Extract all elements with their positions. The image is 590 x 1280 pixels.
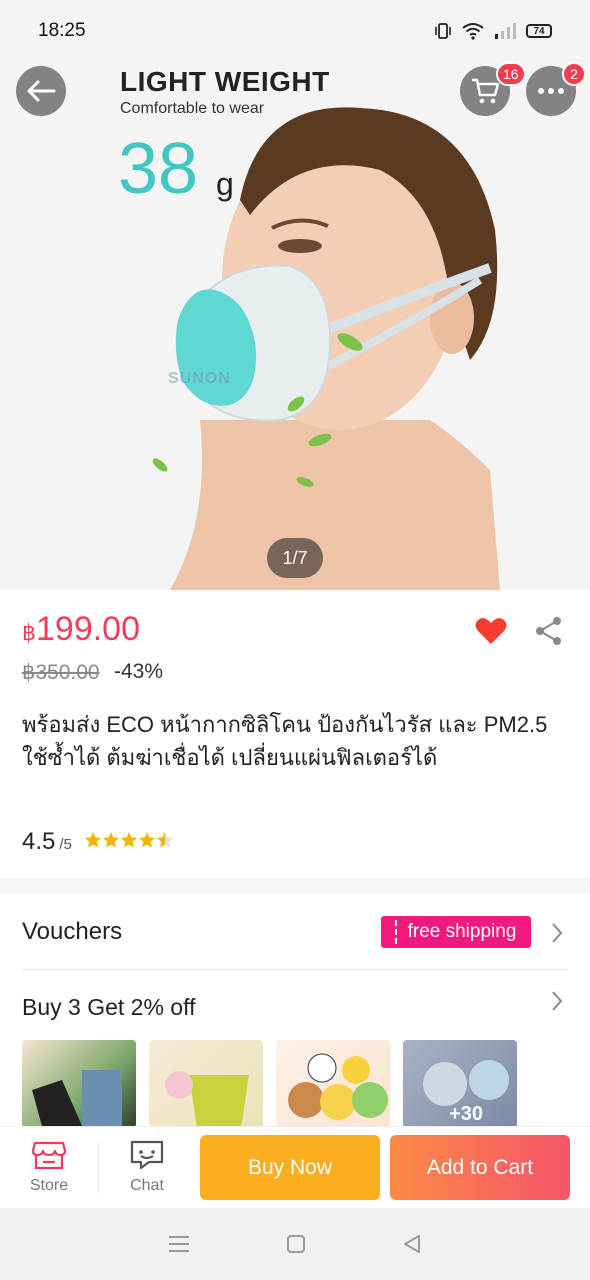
- chat-label: Chat: [130, 1177, 164, 1194]
- add-to-cart-button[interactable]: Add to Cart: [390, 1135, 570, 1200]
- promo-label[interactable]: Buy 3 Get 2% off: [22, 994, 195, 1021]
- product-info: ฿199.00 ฿350.00 -43% พร้อมส่ง ECO หน้ากา…: [0, 590, 590, 880]
- promo-thumbnail[interactable]: +30: [403, 1040, 517, 1128]
- product-title: พร้อมส่ง ECO หน้ากากซิลิโคน ป้องกันไวรัส…: [22, 712, 548, 770]
- image-pager: 1/7: [267, 538, 323, 578]
- free-shipping-tag: free shipping: [381, 916, 531, 948]
- chevron-right-icon: [552, 923, 563, 943]
- hero-weight-unit: g: [216, 166, 234, 202]
- hero-weight-value: 38: [118, 129, 199, 209]
- bag-icon: [165, 1071, 249, 1128]
- original-price: ฿350.00: [22, 661, 100, 684]
- menu-icon[interactable]: [167, 1234, 191, 1254]
- share-icon[interactable]: [534, 616, 564, 646]
- more-count: +30: [449, 1103, 483, 1125]
- divider: [22, 969, 568, 970]
- status-time: 18:25: [38, 20, 86, 41]
- buy-now-button[interactable]: Buy Now: [200, 1135, 380, 1200]
- arrow-left-icon: [27, 80, 56, 102]
- chat-button[interactable]: Chat: [112, 1139, 182, 1195]
- rating: 4.5 /5: [22, 828, 174, 856]
- discount-percent: -43%: [114, 660, 164, 683]
- cart-badge: 16: [496, 62, 526, 86]
- section-gap: [0, 878, 590, 894]
- wifi-icon: [462, 23, 484, 40]
- divider: [98, 1141, 99, 1193]
- plush-toys-icon: [288, 1053, 388, 1120]
- heart-icon[interactable]: [474, 616, 508, 646]
- rating-scale: /5: [59, 836, 72, 853]
- promo-thumbnails: +30: [22, 1040, 517, 1128]
- status-icons: 74: [434, 22, 552, 40]
- battery-icon: 74: [526, 24, 552, 38]
- back-triangle-icon[interactable]: [401, 1233, 423, 1255]
- store-label: Store: [29, 1177, 69, 1194]
- system-nav-bar: [0, 1208, 590, 1280]
- price: ฿199.00: [22, 610, 140, 649]
- bag-icon: [32, 1070, 122, 1126]
- promo-thumbnail[interactable]: [276, 1040, 390, 1128]
- home-icon[interactable]: [285, 1233, 307, 1255]
- vouchers-label: Vouchers: [22, 918, 123, 945]
- more-badge: 2: [562, 62, 586, 86]
- chevron-right-icon[interactable]: [550, 990, 564, 1012]
- back-button[interactable]: [16, 66, 66, 116]
- rating-value: 4.5: [22, 828, 56, 855]
- more-dots-icon: [538, 88, 564, 94]
- promo-thumbnail[interactable]: [149, 1040, 263, 1128]
- vouchers-row[interactable]: Vouchers free shipping: [0, 894, 590, 970]
- status-bar: 18:25 74: [0, 0, 590, 62]
- vibrate-icon: [435, 23, 451, 39]
- price-value: 199.00: [36, 610, 140, 648]
- hero-subtitle: Comfortable to wear: [120, 100, 265, 117]
- signal-icon: [495, 23, 516, 39]
- currency-symbol: ฿: [22, 620, 36, 645]
- chat-icon: [130, 1140, 164, 1170]
- rating-stars-icon: [84, 832, 173, 848]
- brand-watermark: SUNON: [168, 370, 231, 387]
- store-button[interactable]: Store: [14, 1139, 84, 1195]
- bottom-action-bar: Store Chat Buy Now Add to Cart: [0, 1126, 590, 1208]
- store-icon: [31, 1141, 67, 1170]
- promo-thumbnail[interactable]: [22, 1040, 136, 1128]
- hero-title: LIGHT WEIGHT: [120, 66, 330, 97]
- cart-icon: [472, 78, 500, 104]
